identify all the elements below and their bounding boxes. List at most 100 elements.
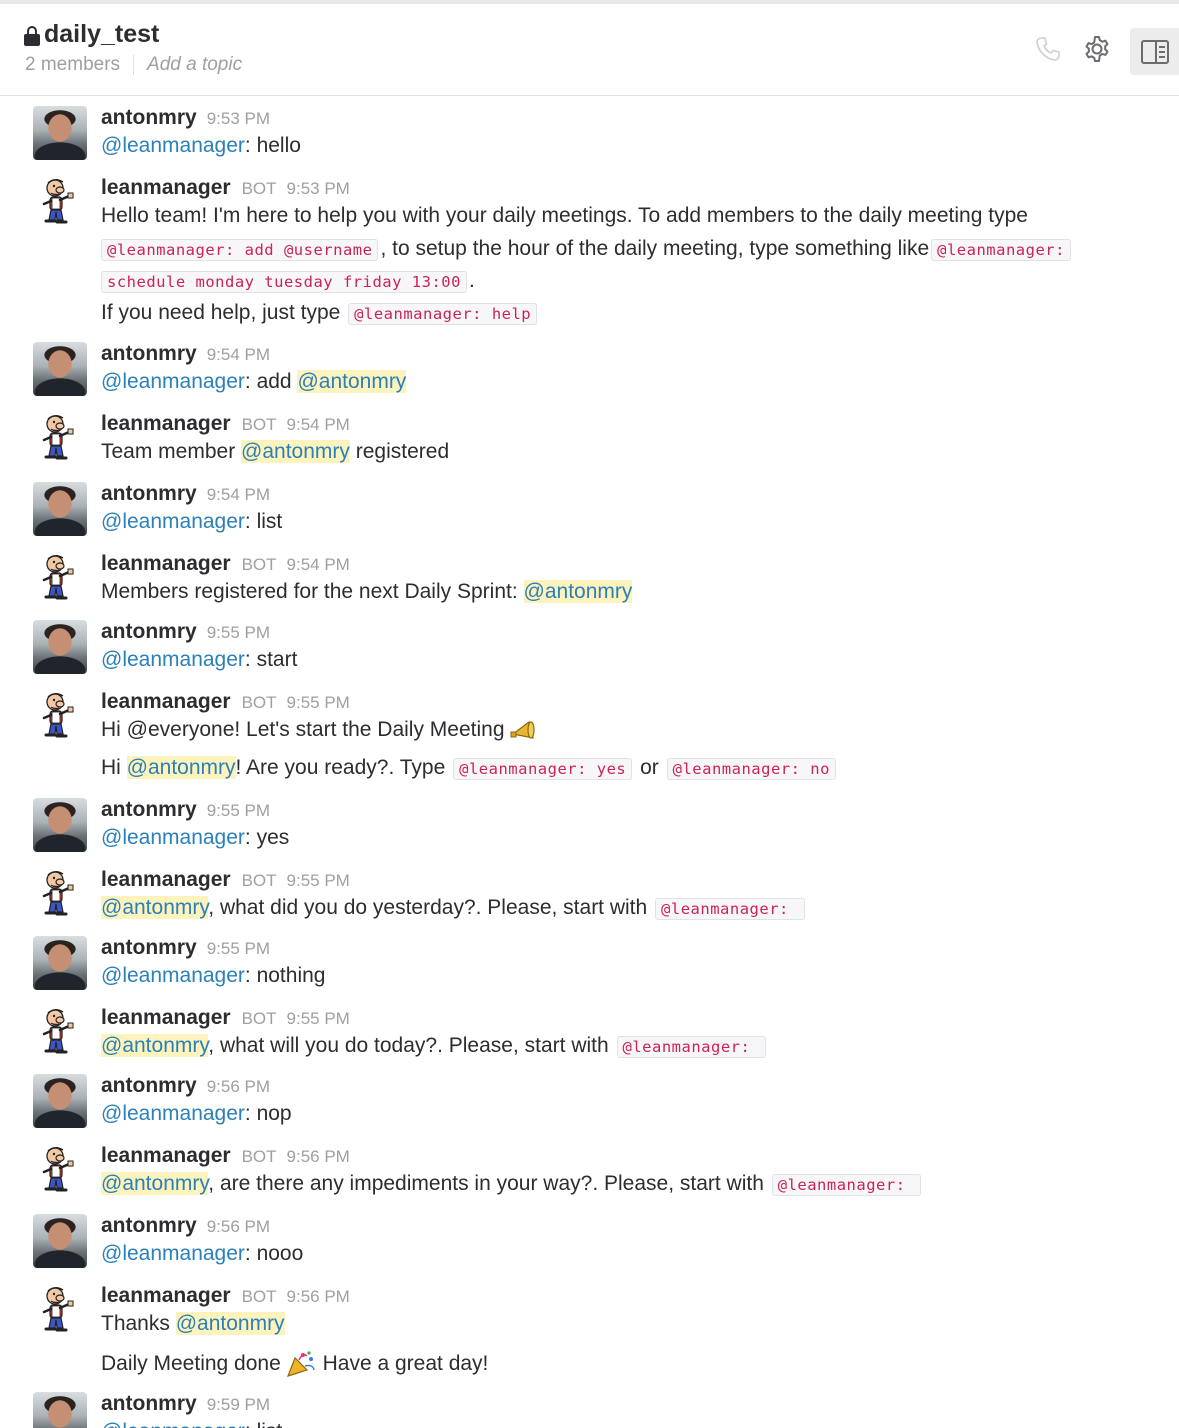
channel-name[interactable]: daily_test (44, 20, 159, 49)
user-mention[interactable]: @antonmry (101, 1034, 209, 1057)
username[interactable]: antonmry (101, 936, 197, 960)
timestamp[interactable]: 9:54 PM (207, 345, 270, 365)
add-topic-link[interactable]: Add a topic (147, 54, 242, 76)
gear-icon[interactable] (1082, 34, 1112, 64)
bot-avatar-icon (42, 414, 75, 460)
user-mention[interactable]: @antonmry (175, 1312, 285, 1335)
message-list[interactable]: antonmry 9:53 PM @leanmanager: hello lea… (0, 96, 1179, 1428)
member-count[interactable]: 2 members (25, 54, 120, 76)
avatar[interactable] (33, 1006, 87, 1060)
user-mention[interactable]: @antonmry (241, 440, 350, 463)
username[interactable]: antonmry (101, 1074, 197, 1098)
user-mention[interactable]: @leanmanager (101, 134, 245, 157)
phone-icon[interactable] (1033, 34, 1063, 64)
bot-avatar-icon (42, 554, 75, 600)
username[interactable]: antonmry (101, 342, 197, 366)
user-mention[interactable]: @leanmanager (101, 510, 245, 533)
user-mention[interactable]: @leanmanager (101, 1420, 245, 1428)
timestamp[interactable]: 9:59 PM (207, 1395, 270, 1415)
username[interactable]: antonmry (101, 620, 197, 644)
timestamp[interactable]: 9:53 PM (207, 109, 270, 129)
avatar[interactable] (33, 798, 87, 852)
message-text: @antonmry, what will you do today?. Plea… (101, 1032, 768, 1061)
inline-code: schedule monday tuesday friday 13:00 (101, 271, 467, 293)
inline-code: @leanmanager: (616, 1036, 767, 1058)
username[interactable]: antonmry (101, 1392, 197, 1416)
message-text: @leanmanager: nop (101, 1102, 292, 1125)
user-mention[interactable]: @antonmry (297, 370, 407, 393)
username[interactable]: leanmanager (101, 868, 231, 892)
message-header: leanmanager BOT 9:53 PM (101, 176, 350, 202)
avatar[interactable] (33, 412, 87, 466)
bot-avatar-icon (42, 870, 75, 916)
timestamp[interactable]: 9:53 PM (287, 179, 350, 199)
timestamp[interactable]: 9:55 PM (287, 693, 350, 713)
avatar[interactable] (33, 620, 87, 674)
username[interactable]: antonmry (101, 482, 197, 506)
timestamp[interactable]: 9:54 PM (207, 485, 270, 505)
message-text: schedule monday tuesday friday 13:00. (99, 267, 475, 296)
user-mention[interactable]: @leanmanager (101, 370, 245, 393)
timestamp[interactable]: 9:54 PM (287, 415, 350, 435)
user-mention[interactable]: @leanmanager (101, 1102, 245, 1125)
timestamp[interactable]: 9:54 PM (287, 555, 350, 575)
user-mention[interactable]: @leanmanager (101, 648, 245, 671)
avatar[interactable] (33, 1074, 87, 1128)
user-mention[interactable]: @antonmry (523, 580, 633, 603)
avatar[interactable] (33, 1284, 87, 1338)
avatar[interactable] (33, 1392, 87, 1428)
timestamp[interactable]: 9:55 PM (287, 1009, 350, 1029)
username[interactable]: antonmry (101, 798, 197, 822)
message-text: @leanmanager: add @username, to setup th… (99, 235, 1073, 264)
avatar[interactable] (33, 106, 87, 160)
user-mention[interactable]: @antonmry (101, 896, 209, 919)
message-text: @leanmanager: add @antonmry (101, 370, 407, 393)
avatar[interactable] (33, 176, 87, 230)
inline-code: @leanmanager: (931, 239, 1071, 261)
username[interactable]: antonmry (101, 106, 197, 130)
timestamp[interactable]: 9:55 PM (207, 801, 270, 821)
user-mention[interactable]: @leanmanager (101, 1242, 245, 1265)
username[interactable]: leanmanager (101, 690, 231, 714)
timestamp[interactable]: 9:56 PM (287, 1287, 350, 1307)
avatar[interactable] (33, 482, 87, 536)
timestamp[interactable]: 9:55 PM (207, 623, 270, 643)
timestamp[interactable]: 9:56 PM (287, 1147, 350, 1167)
username[interactable]: leanmanager (101, 176, 231, 200)
timestamp[interactable]: 9:55 PM (207, 939, 270, 959)
username[interactable]: leanmanager (101, 412, 231, 436)
user-mention[interactable]: @antonmry (126, 756, 236, 779)
avatar[interactable] (33, 868, 87, 922)
lock-icon (24, 25, 40, 46)
avatar[interactable] (33, 342, 87, 396)
bot-avatar-icon (42, 1286, 75, 1332)
sidebar-toggle-icon[interactable] (1130, 28, 1179, 75)
message-header: leanmanager BOT 9:55 PM (101, 868, 350, 894)
party-popper-emoji-icon (286, 1351, 315, 1378)
avatar[interactable] (33, 936, 87, 990)
user-mention[interactable]: @leanmanager (101, 826, 245, 849)
message-text: @leanmanager: hello (101, 134, 301, 157)
timestamp[interactable]: 9:55 PM (287, 871, 350, 891)
username[interactable]: leanmanager (101, 1144, 231, 1168)
user-mention[interactable]: @antonmry (101, 1172, 209, 1195)
channel-title[interactable]: daily_test (24, 20, 159, 49)
username[interactable]: antonmry (101, 1214, 197, 1238)
bot-badge: BOT (241, 1147, 277, 1166)
username[interactable]: leanmanager (101, 1284, 231, 1308)
user-mention[interactable]: @leanmanager (101, 964, 245, 987)
message-text: Hi @everyone! Let's start the Daily Meet… (101, 716, 541, 744)
timestamp[interactable]: 9:56 PM (207, 1077, 270, 1097)
username[interactable]: leanmanager (101, 1006, 231, 1030)
bot-avatar-icon (42, 1146, 75, 1192)
avatar[interactable] (33, 1144, 87, 1198)
avatar[interactable] (33, 1214, 87, 1268)
inline-code: @leanmanager: (771, 1174, 922, 1196)
username[interactable]: leanmanager (101, 552, 231, 576)
message-header: antonmry 9:59 PM (101, 1392, 270, 1418)
avatar[interactable] (33, 552, 87, 606)
avatar[interactable] (33, 690, 87, 744)
timestamp[interactable]: 9:56 PM (207, 1217, 270, 1237)
inline-code: @leanmanager: yes (453, 758, 633, 780)
message-text: @leanmanager: list (101, 1418, 282, 1428)
